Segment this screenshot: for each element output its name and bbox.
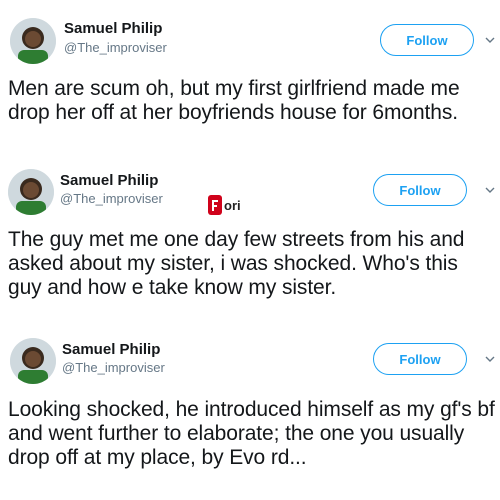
tweet-text: Looking shocked, he introduced himself a… xyxy=(8,398,495,469)
follow-button[interactable]: Follow xyxy=(373,174,467,206)
chevron-down-icon[interactable] xyxy=(484,353,496,365)
avatar-icon xyxy=(10,18,56,64)
author-handle[interactable]: @The_improviser xyxy=(64,40,167,55)
author-handle[interactable]: @The_improviser xyxy=(62,360,165,375)
tweet-text: Men are scum oh, but my first girlfriend… xyxy=(8,77,460,124)
avatar-icon xyxy=(8,169,54,215)
watermark-text: ori xyxy=(224,198,241,213)
tweet-1: Samuel Philip @The_improviser Follow Men… xyxy=(0,0,500,165)
author-name[interactable]: Samuel Philip xyxy=(62,341,160,358)
tweet-2: Samuel Philip @The_improviser Follow The… xyxy=(0,165,500,335)
avatar-icon xyxy=(10,338,56,384)
author-name[interactable]: Samuel Philip xyxy=(64,20,162,37)
logo-icon: ori xyxy=(208,195,241,215)
follow-button[interactable]: Follow xyxy=(373,343,467,375)
author-name[interactable]: Samuel Philip xyxy=(60,172,158,189)
chevron-down-icon[interactable] xyxy=(484,34,496,46)
avatar[interactable] xyxy=(8,169,54,215)
follow-button[interactable]: Follow xyxy=(380,24,474,56)
chevron-down-icon[interactable] xyxy=(484,184,496,196)
author-handle[interactable]: @The_improviser xyxy=(60,191,163,206)
avatar[interactable] xyxy=(10,338,56,384)
watermark-logo: ori xyxy=(208,193,254,217)
avatar[interactable] xyxy=(10,18,56,64)
tweet-3: Samuel Philip @The_improviser Follow Loo… xyxy=(0,335,500,500)
tweet-text: The guy met me one day few streets from … xyxy=(8,228,465,299)
